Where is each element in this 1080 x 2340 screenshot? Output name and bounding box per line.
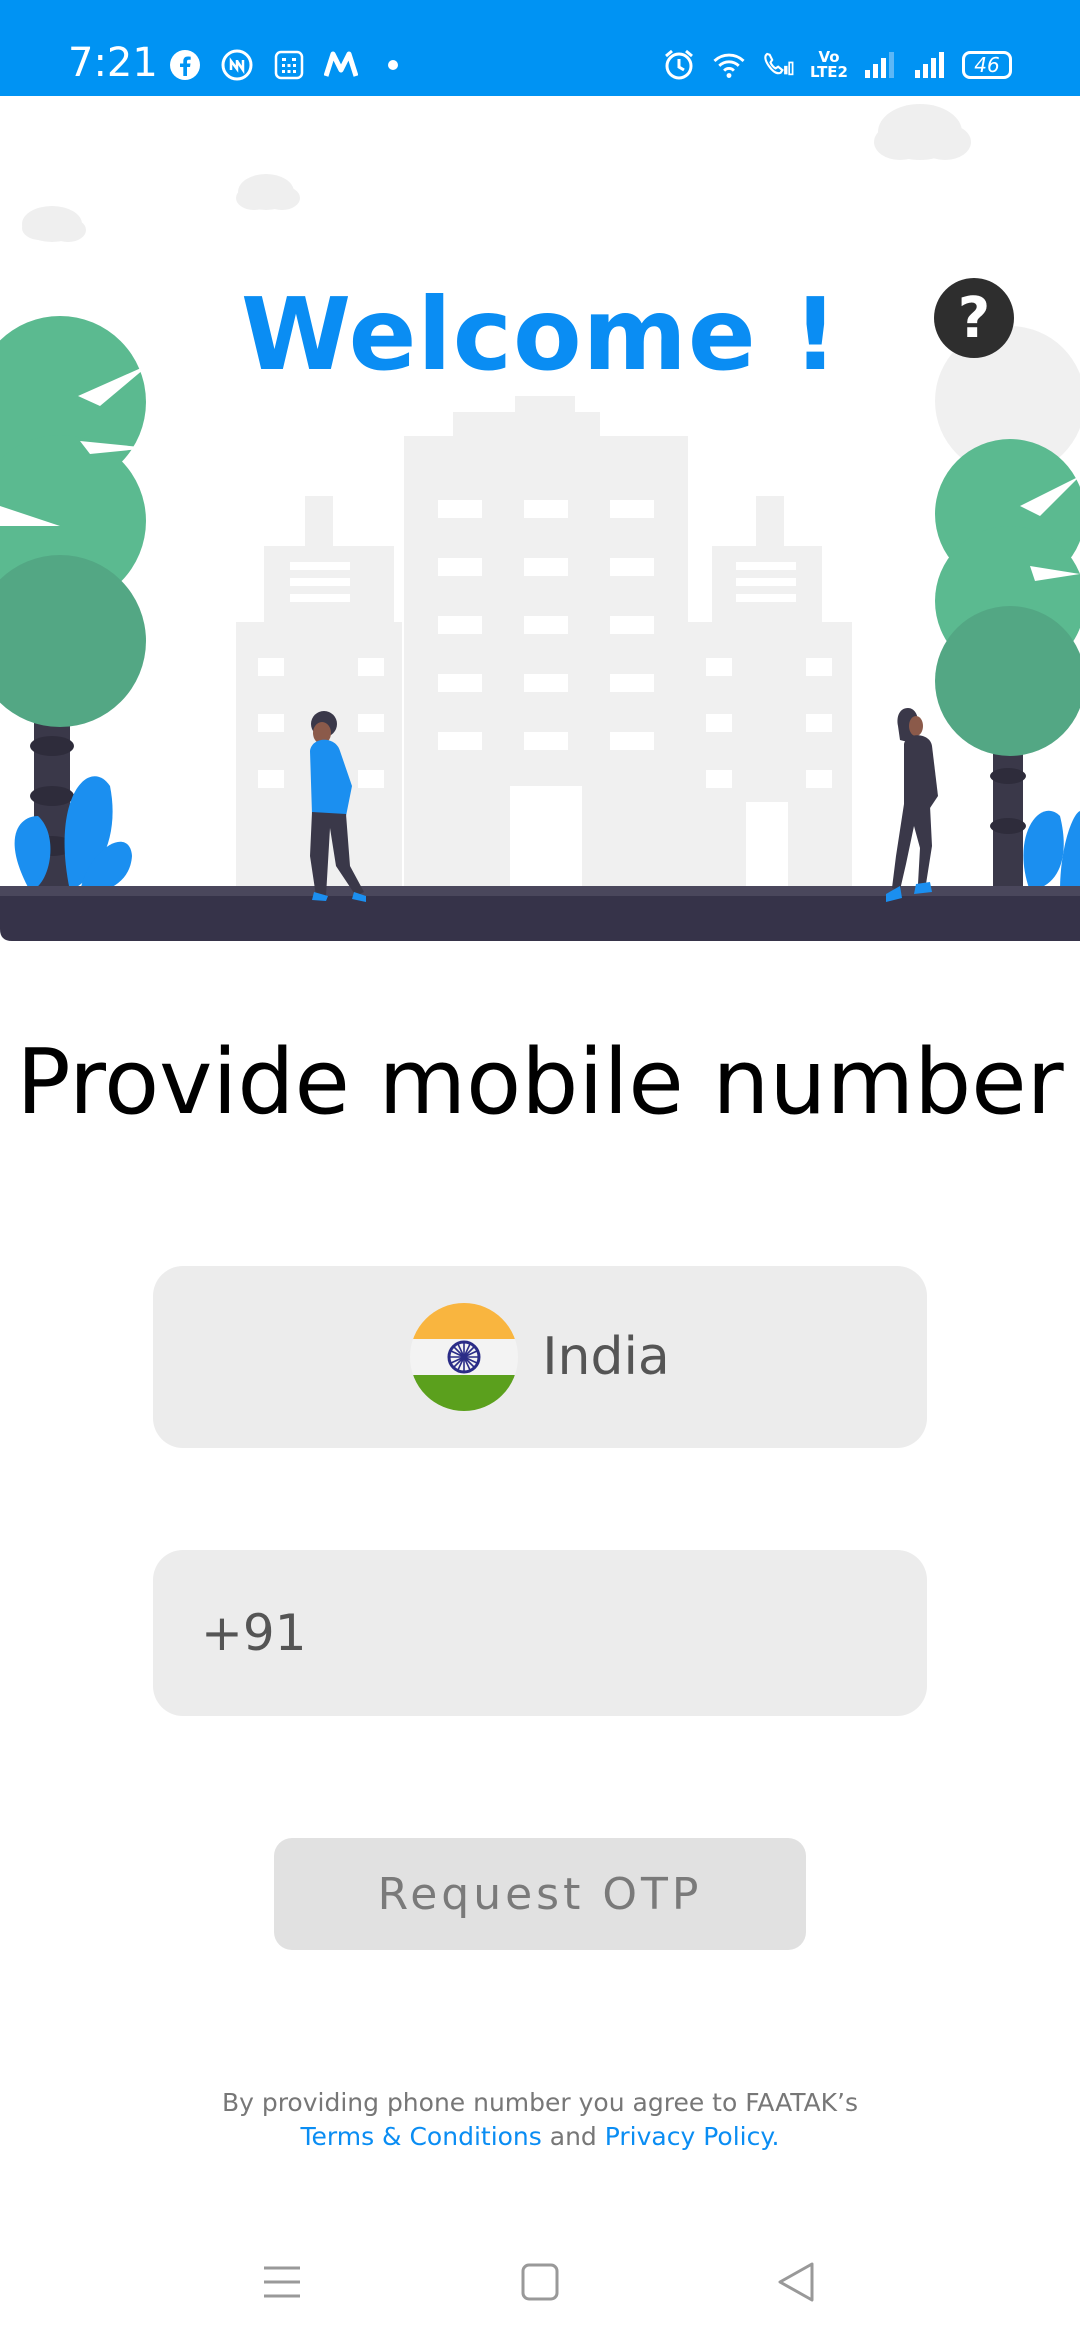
system-icons: Vo LTE2 46 [662, 48, 1012, 82]
terms-notice: By providing phone number you agree to F… [0, 2086, 1080, 2154]
terms-text: By providing phone number you agree to F… [221, 2088, 859, 2117]
myntra-icon [324, 48, 358, 82]
home-icon[interactable] [510, 2252, 570, 2312]
city-illustration [0, 104, 1080, 941]
country-name: India [542, 1327, 670, 1387]
country-selector[interactable]: India [153, 1266, 927, 1448]
signal-icon [862, 48, 896, 82]
menu-icon[interactable] [252, 2252, 312, 2312]
calculator-icon [272, 48, 306, 82]
signal-icon [912, 48, 946, 82]
page-title: Provide mobile number [16, 1030, 1064, 1135]
request-otp-button[interactable]: Request OTP [274, 1838, 806, 1950]
welcome-title: Welcome ! [240, 276, 840, 393]
volte-bottom: LTE2 [810, 63, 848, 81]
terms-and: and [541, 2122, 605, 2151]
privacy-link[interactable]: Privacy Policy. [605, 2122, 780, 2151]
status-bar: 7:21 Vo LTE2 46 [0, 0, 1080, 96]
india-flag-icon [410, 1303, 519, 1411]
status-time: 7:21 [68, 40, 158, 86]
volte-icon: Vo LTE2 [810, 48, 848, 82]
back-icon[interactable] [766, 2252, 826, 2312]
phone-number-input[interactable]: +91 [153, 1550, 927, 1716]
cloud-icon [22, 104, 971, 242]
alarm-icon [662, 48, 696, 82]
terms-link[interactable]: Terms & Conditions [300, 2122, 541, 2151]
navigation-bar [0, 2230, 1080, 2340]
help-button[interactable]: ? [934, 278, 1014, 358]
app-icon [220, 48, 254, 82]
wifi-icon [712, 48, 746, 82]
battery-icon: 46 [962, 51, 1012, 79]
notification-icons [168, 48, 410, 82]
person-right [886, 708, 938, 902]
facebook-icon [168, 48, 202, 82]
hero-illustration: Welcome ! ? [0, 96, 1080, 941]
phone-prefix: +91 [201, 1604, 307, 1662]
wifi-call-icon [762, 48, 796, 82]
plant-right [1023, 810, 1080, 891]
dot-icon [376, 48, 410, 82]
